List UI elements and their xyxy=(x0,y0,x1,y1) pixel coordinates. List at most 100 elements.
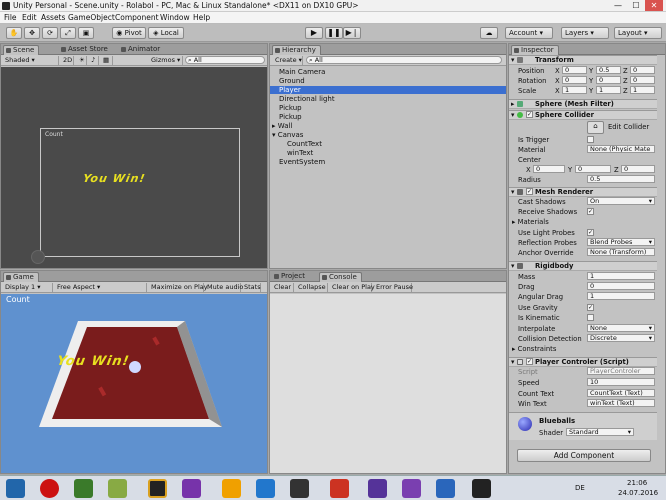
radius-field[interactable]: 0.5 xyxy=(587,175,655,183)
win-text-field[interactable]: winText (Text) xyxy=(587,399,655,407)
rotation-y-field[interactable]: 0 xyxy=(596,76,621,84)
collision-detection-dropdown[interactable]: Discrete ▾ xyxy=(587,334,655,342)
rigidbody-header[interactable]: ▾ Rigidbody xyxy=(509,261,657,271)
mode-2d-toggle[interactable]: 2D xyxy=(61,56,74,65)
menu-window[interactable]: Window xyxy=(160,13,190,22)
cloud-icon[interactable]: ☁ xyxy=(480,27,498,39)
mass-field[interactable]: 1 xyxy=(587,272,655,280)
rotation-z-field[interactable]: 0 xyxy=(630,76,655,84)
game-viewport[interactable]: Count You Win! xyxy=(1,294,267,473)
tab-game[interactable]: Game xyxy=(3,272,39,282)
use-gravity-checkbox[interactable]: ✓ xyxy=(587,304,594,311)
layout-dropdown[interactable]: Layout ▾ xyxy=(614,27,662,39)
account-dropdown[interactable]: Account ▾ xyxy=(505,27,553,39)
app-icon[interactable] xyxy=(436,479,455,498)
renderer-enabled-checkbox[interactable]: ✓ xyxy=(526,188,533,195)
material-field[interactable]: None (Physic Mate xyxy=(587,145,655,153)
script-enabled-checkbox[interactable]: ✓ xyxy=(526,358,533,365)
shading-dropdown[interactable]: Shaded ▾ xyxy=(3,56,59,65)
constraints-foldout[interactable]: ▸ Constraints xyxy=(512,345,556,353)
effects-icon[interactable]: ▦ xyxy=(101,56,113,65)
hierarchy-item-directional-light[interactable]: Directional light xyxy=(279,95,335,103)
rotation-x-field[interactable]: 0 xyxy=(562,76,587,84)
position-z-field[interactable]: 0 xyxy=(630,66,655,74)
app-icon[interactable] xyxy=(290,479,309,498)
gizmos-dropdown[interactable]: Gizmos ▾ xyxy=(149,56,183,65)
mesh-filter-header[interactable]: ▸ Sphere (Mesh Filter) xyxy=(509,99,657,109)
transform-header[interactable]: ▾ Transform xyxy=(509,55,657,65)
pause-button[interactable]: ❚❚ xyxy=(325,27,343,39)
app-icon[interactable] xyxy=(330,479,349,498)
audio-icon[interactable]: ♪ xyxy=(89,56,99,65)
collapse-toggle[interactable]: Collapse xyxy=(296,283,328,292)
menu-gameobject[interactable]: GameObject xyxy=(68,13,115,22)
play-button[interactable]: ▶ xyxy=(305,27,323,39)
edit-collider-button[interactable]: ⌂ xyxy=(587,121,604,134)
clear-button[interactable]: Clear xyxy=(272,283,294,292)
count-text-field[interactable]: CountText (Text) xyxy=(587,389,655,397)
hierarchy-item-counttext[interactable]: CountText xyxy=(287,140,322,148)
speed-field[interactable]: 10 xyxy=(587,378,655,386)
pivot-button[interactable]: ◉ Pivot xyxy=(112,27,146,39)
game-launcher-icon[interactable] xyxy=(148,479,167,498)
receive-shadows-checkbox[interactable]: ✓ xyxy=(587,208,594,215)
visual-studio-icon[interactable] xyxy=(402,479,421,498)
hierarchy-item-main-camera[interactable]: Main Camera xyxy=(279,68,325,76)
add-component-button[interactable]: Add Component xyxy=(517,449,651,462)
create-dropdown[interactable]: Create ▾ xyxy=(273,56,303,65)
collider-enabled-checkbox[interactable]: ✓ xyxy=(526,111,533,118)
move-tool-icon[interactable]: ✥ xyxy=(24,27,40,39)
hierarchy-item-eventsystem[interactable]: EventSystem xyxy=(279,158,325,166)
mesh-renderer-header[interactable]: ▾ ✓ Mesh Renderer xyxy=(509,187,657,197)
minimize-button[interactable]: — xyxy=(609,0,627,11)
unity-taskbar-icon[interactable] xyxy=(472,479,491,498)
menu-edit[interactable]: Edit xyxy=(22,13,37,22)
app-icon[interactable] xyxy=(256,479,275,498)
center-y-field[interactable]: 0 xyxy=(575,165,611,173)
position-x-field[interactable]: 0 xyxy=(562,66,587,74)
hand-tool-icon[interactable]: ✋ xyxy=(6,27,22,39)
clock-time[interactable]: 21:06 xyxy=(627,479,647,487)
local-button[interactable]: ◈ Local xyxy=(148,27,184,39)
app-icon[interactable] xyxy=(182,479,201,498)
reflection-probes-dropdown[interactable]: Blend Probes ▾ xyxy=(587,238,655,246)
shader-dropdown[interactable]: Standard ▾ xyxy=(566,428,634,436)
hierarchy-item-player[interactable]: Player xyxy=(270,86,506,94)
language-indicator[interactable]: DE xyxy=(575,484,585,492)
tab-inspector[interactable]: Inspector xyxy=(511,45,559,55)
console-log-area[interactable] xyxy=(270,294,506,473)
aspect-dropdown[interactable]: Free Aspect ▾ xyxy=(55,283,147,292)
scale-tool-icon[interactable]: ⤢ xyxy=(60,27,76,39)
layers-dropdown[interactable]: Layers ▾ xyxy=(561,27,609,39)
drag-field[interactable]: 0 xyxy=(587,282,655,290)
stats-toggle[interactable]: Stats xyxy=(242,283,261,292)
scene-gizmo-icon[interactable] xyxy=(31,250,45,264)
scale-x-field[interactable]: 1 xyxy=(562,86,587,94)
clock-date[interactable]: 24.07.2016 xyxy=(618,489,658,497)
menu-component[interactable]: Component xyxy=(115,13,159,22)
maximize-button[interactable]: ☐ xyxy=(627,0,645,11)
clear-on-play-toggle[interactable]: Clear on Play xyxy=(330,283,375,292)
light-probes-checkbox[interactable]: ✓ xyxy=(587,229,594,236)
start-icon[interactable] xyxy=(6,479,25,498)
materials-foldout[interactable]: ▸ Materials xyxy=(512,218,549,226)
tab-asset-store[interactable]: Asset Store xyxy=(59,45,112,55)
is-kinematic-checkbox[interactable] xyxy=(587,314,594,321)
app-icon[interactable] xyxy=(368,479,387,498)
scale-z-field[interactable]: 1 xyxy=(630,86,655,94)
tab-hierarchy[interactable]: Hierarchy xyxy=(272,45,321,55)
scale-y-field[interactable]: 1 xyxy=(596,86,621,94)
hierarchy-item-canvas[interactable]: ▾ Canvas xyxy=(272,131,303,139)
menu-file[interactable]: File xyxy=(4,13,17,22)
menu-assets[interactable]: Assets xyxy=(41,13,65,22)
hierarchy-item-pickup[interactable]: Pickup xyxy=(279,104,302,112)
tab-project[interactable]: Project xyxy=(272,272,309,282)
cast-shadows-dropdown[interactable]: On ▾ xyxy=(587,197,655,205)
app-icon[interactable] xyxy=(74,479,93,498)
position-y-field[interactable]: 0.5 xyxy=(596,66,621,74)
error-pause-toggle[interactable]: Error Pause xyxy=(374,283,413,292)
scene-viewport[interactable]: Count You Win! xyxy=(1,67,267,268)
interpolate-dropdown[interactable]: None ▾ xyxy=(587,324,655,332)
hierarchy-search-input[interactable]: ⌕ All xyxy=(306,56,502,64)
script-header[interactable]: ▾ ✓ Player Controler (Script) xyxy=(509,357,657,367)
